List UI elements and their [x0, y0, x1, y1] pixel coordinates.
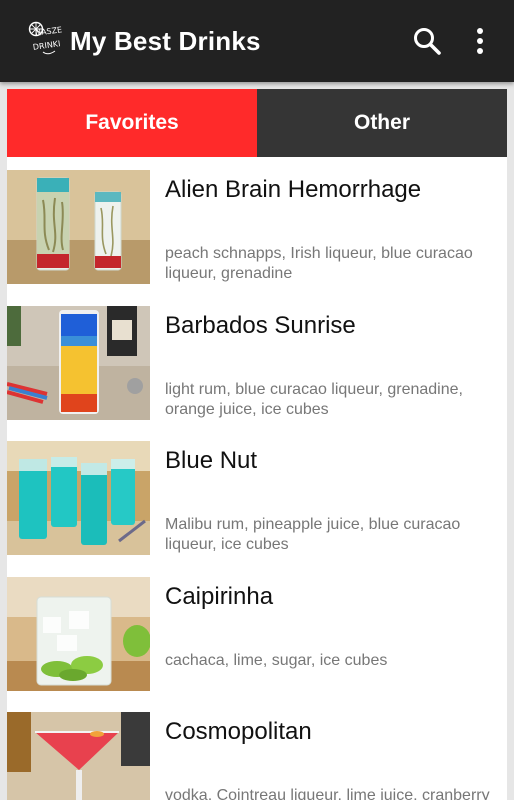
svg-text:NASZE: NASZE	[35, 25, 63, 38]
app-title: My Best Drinks	[70, 26, 261, 56]
overflow-menu-button[interactable]	[466, 24, 494, 58]
drink-thumbnail	[7, 576, 150, 691]
drink-thumbnail	[7, 305, 150, 420]
drink-name: Cosmopolitan	[165, 718, 312, 745]
list-item[interactable]: Blue Nut Malibu rum, pineapple juice, bl…	[7, 428, 507, 564]
drink-ingredients: peach schnapps, Irish liqueur, blue cura…	[165, 245, 473, 282]
list-item[interactable]: Cosmopolitan vodka, Cointreau liqueur, l…	[7, 699, 507, 800]
drink-ingredients: cachaca, lime, sugar, ice cubes	[165, 651, 388, 669]
tab-favorites[interactable]: Favorites	[7, 89, 257, 157]
drink-ingredients: light rum, blue curacao liqueur, grenadi…	[165, 380, 463, 418]
drink-ingredients: vodka, Cointreau liqueur, lime juice, cr…	[165, 787, 490, 800]
drink-ingredients: Malibu rum, pineapple juice, blue curaca…	[165, 516, 461, 553]
drink-thumbnail	[7, 712, 150, 800]
tab-other[interactable]: Other	[257, 89, 507, 157]
search-icon	[414, 28, 441, 55]
search-button[interactable]	[410, 24, 444, 58]
action-bar: NASZE DRINKI My Best Drinks	[0, 0, 514, 82]
svg-text:DRINKI: DRINKI	[32, 39, 61, 52]
app-logo: NASZE DRINKI	[28, 21, 63, 55]
drink-name: Blue Nut	[165, 447, 258, 474]
drink-name: Barbados Sunrise	[165, 311, 356, 339]
drink-thumbnail	[7, 441, 150, 555]
drink-thumbnail	[7, 170, 150, 284]
drink-name: Caipirinha	[165, 582, 274, 610]
more-vert-icon	[477, 28, 483, 54]
drinks-list[interactable]: Alien Brain Hemorrhage peach schnapps, I…	[7, 157, 507, 800]
list-item[interactable]: Barbados Sunrise light rum, blue curacao…	[7, 293, 507, 429]
list-item[interactable]: Alien Brain Hemorrhage peach schnapps, I…	[7, 157, 507, 293]
tab-bar: Favorites Other	[7, 89, 507, 157]
drink-name: Alien Brain Hemorrhage	[165, 176, 422, 203]
app-screen: NASZE DRINKI My Best Drinks Favorites Ot…	[0, 0, 514, 800]
list-item[interactable]: Caipirinha cachaca, lime, sugar, ice cub…	[7, 564, 507, 700]
